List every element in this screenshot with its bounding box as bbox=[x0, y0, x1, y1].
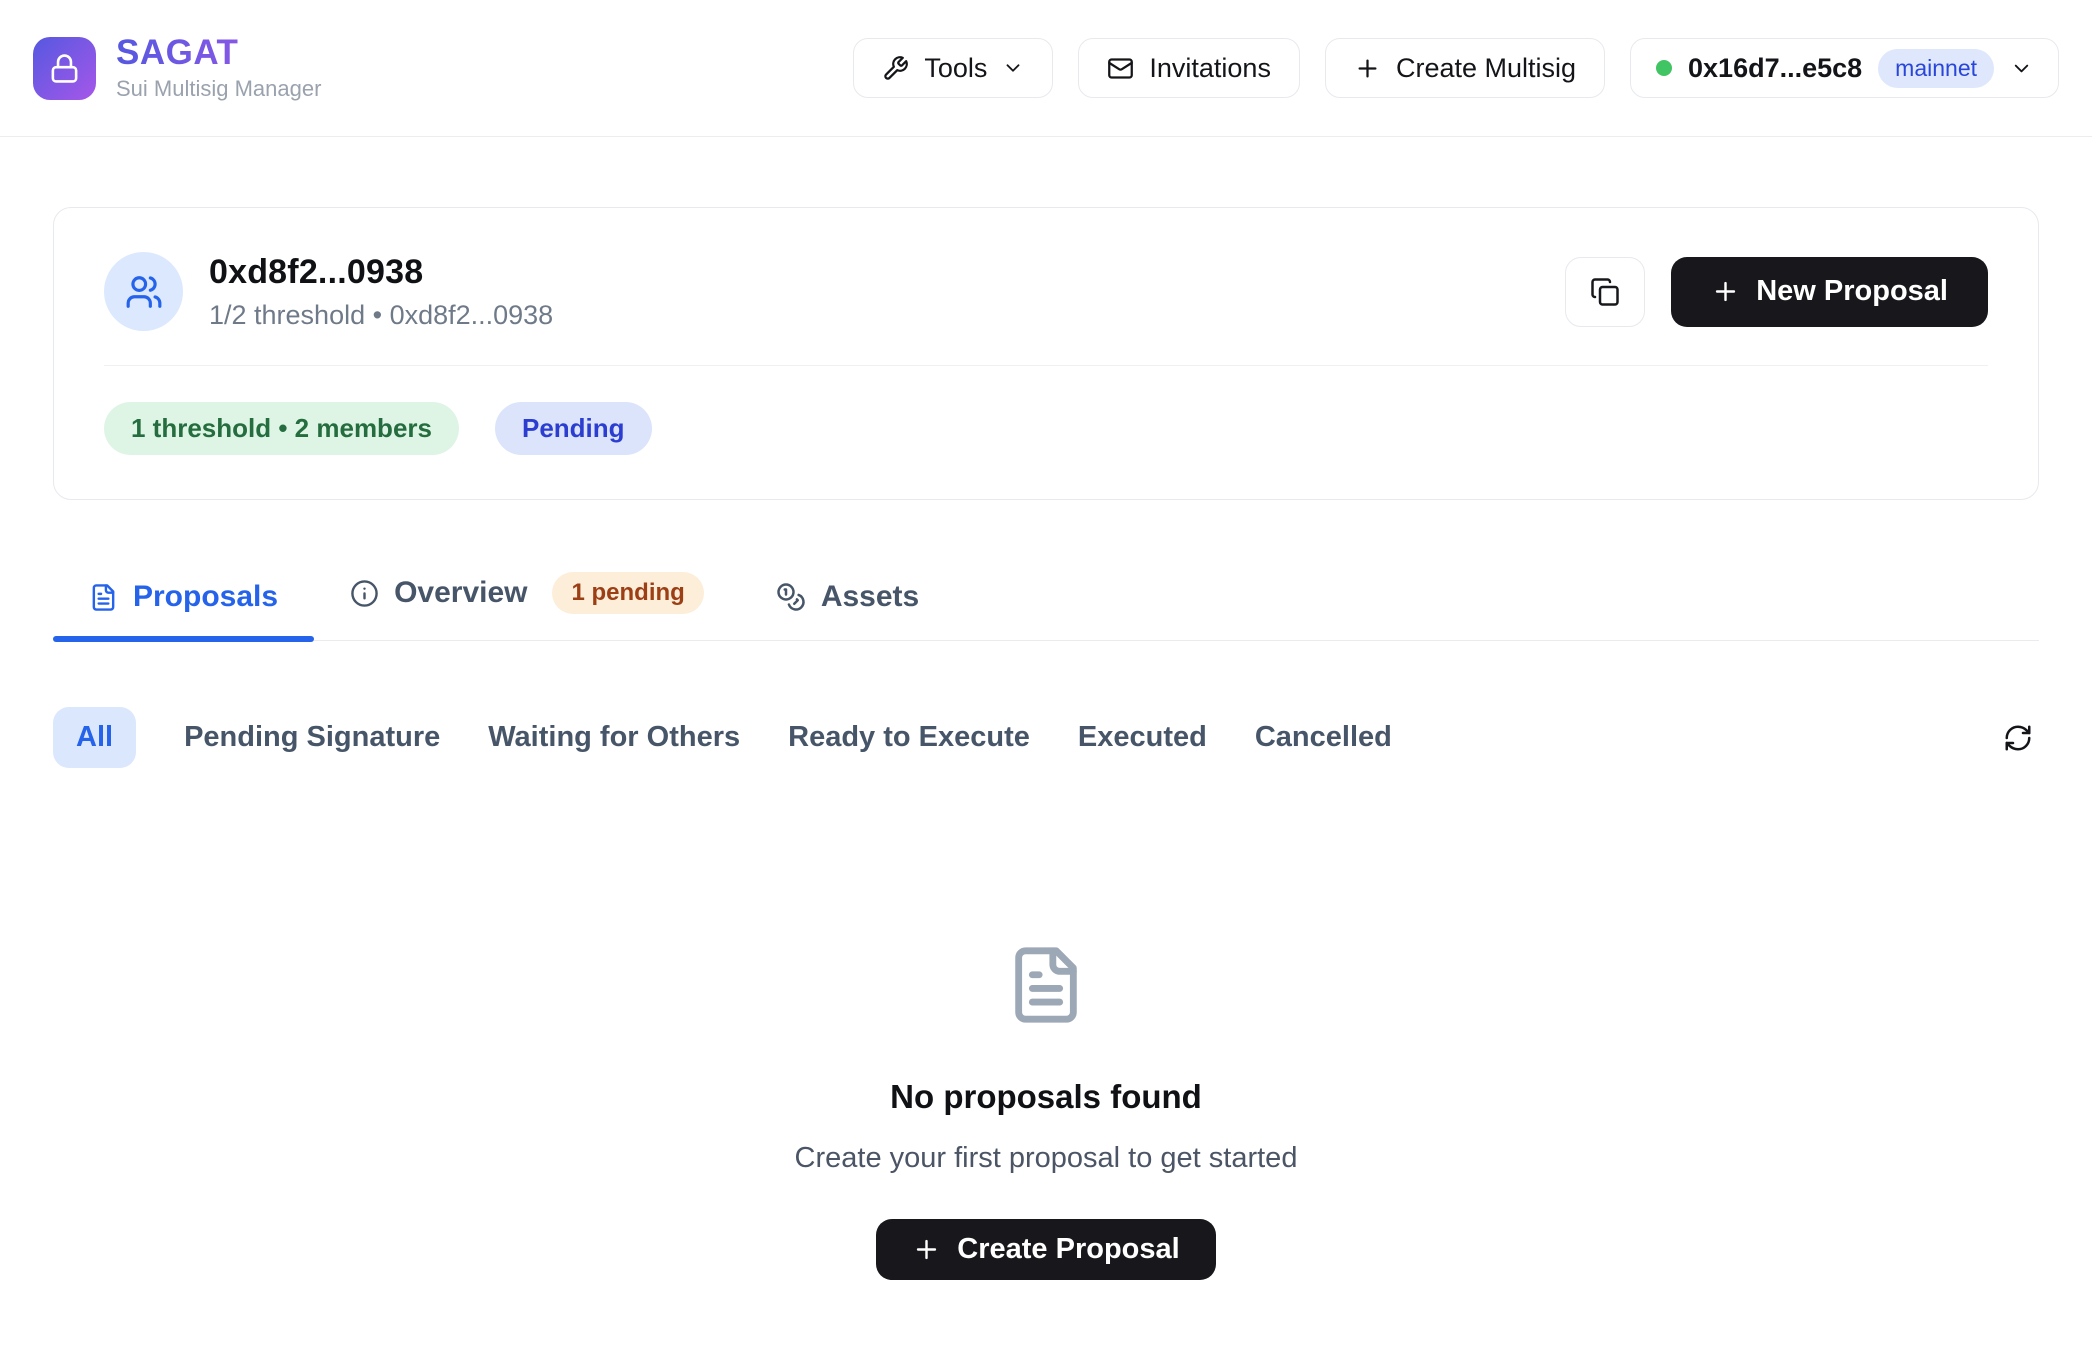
plus-icon bbox=[1711, 277, 1740, 306]
proposal-filters: All Pending Signature Waiting for Others… bbox=[53, 707, 2039, 768]
create-proposal-label: Create Proposal bbox=[957, 1233, 1179, 1266]
refresh-icon bbox=[2003, 723, 2033, 753]
app-title: SAGAT bbox=[116, 34, 321, 73]
users-icon bbox=[125, 273, 163, 311]
brand: SAGAT Sui Multisig Manager bbox=[33, 34, 321, 102]
file-text-icon bbox=[1005, 944, 1087, 1026]
app-subtitle: Sui Multisig Manager bbox=[116, 76, 321, 102]
wallet-selector[interactable]: 0x16d7...e5c8 mainnet bbox=[1630, 38, 2059, 98]
coins-icon bbox=[776, 582, 806, 612]
info-icon bbox=[350, 579, 379, 608]
tab-proposals[interactable]: Proposals bbox=[53, 566, 314, 640]
new-proposal-label: New Proposal bbox=[1756, 275, 1948, 308]
create-proposal-button[interactable]: Create Proposal bbox=[876, 1219, 1215, 1280]
empty-state: No proposals found Create your first pro… bbox=[53, 944, 2039, 1280]
chevron-down-icon bbox=[1002, 57, 1024, 79]
lock-icon bbox=[49, 53, 80, 84]
multisig-title: 0xd8f2...0938 bbox=[209, 253, 553, 292]
create-multisig-button[interactable]: Create Multisig bbox=[1325, 38, 1605, 98]
plus-icon bbox=[912, 1235, 941, 1264]
multisig-avatar bbox=[104, 252, 183, 331]
tab-assets[interactable]: Assets bbox=[740, 566, 955, 640]
multisig-subtitle: 1/2 threshold • 0xd8f2...0938 bbox=[209, 300, 553, 331]
card-divider bbox=[104, 365, 1988, 366]
tools-button[interactable]: Tools bbox=[853, 38, 1053, 98]
create-multisig-label: Create Multisig bbox=[1396, 53, 1576, 84]
new-proposal-button[interactable]: New Proposal bbox=[1671, 257, 1988, 327]
empty-state-subtitle: Create your first proposal to get starte… bbox=[795, 1142, 1298, 1175]
app-logo bbox=[33, 37, 96, 100]
filter-cancelled[interactable]: Cancelled bbox=[1255, 707, 1392, 768]
tab-overview-label: Overview bbox=[394, 576, 527, 610]
app-header: SAGAT Sui Multisig Manager Tools Invitat… bbox=[0, 0, 2092, 137]
refresh-button[interactable] bbox=[1997, 717, 2039, 759]
tab-proposals-label: Proposals bbox=[133, 580, 278, 614]
filter-all[interactable]: All bbox=[53, 707, 136, 768]
pending-count-badge: 1 pending bbox=[552, 572, 703, 614]
main-content: 0xd8f2...0938 1/2 threshold • 0xd8f2...0… bbox=[0, 207, 2092, 1280]
network-badge: mainnet bbox=[1878, 49, 1994, 88]
invitations-button[interactable]: Invitations bbox=[1078, 38, 1300, 98]
header-actions: Tools Invitations Create Multisig 0x16d7… bbox=[853, 38, 2059, 98]
filter-pending-signature[interactable]: Pending Signature bbox=[184, 707, 440, 768]
tools-label: Tools bbox=[924, 53, 987, 84]
connection-status-dot bbox=[1656, 60, 1672, 76]
tab-assets-label: Assets bbox=[821, 580, 919, 614]
wallet-address: 0x16d7...e5c8 bbox=[1688, 53, 1862, 84]
members-badge: 1 threshold • 2 members bbox=[104, 402, 459, 455]
wrench-icon bbox=[882, 55, 909, 82]
invitations-label: Invitations bbox=[1149, 53, 1271, 84]
copy-address-button[interactable] bbox=[1565, 257, 1645, 327]
chevron-down-icon bbox=[2010, 57, 2033, 80]
mail-icon bbox=[1107, 55, 1134, 82]
tab-bar: Proposals Overview 1 pending Assets bbox=[53, 558, 2039, 641]
plus-icon bbox=[1354, 55, 1381, 82]
copy-icon bbox=[1590, 277, 1620, 307]
filter-executed[interactable]: Executed bbox=[1078, 707, 1207, 768]
empty-state-title: No proposals found bbox=[890, 1078, 1202, 1116]
filter-waiting-for-others[interactable]: Waiting for Others bbox=[488, 707, 740, 768]
multisig-card: 0xd8f2...0938 1/2 threshold • 0xd8f2...0… bbox=[53, 207, 2039, 500]
tab-overview[interactable]: Overview 1 pending bbox=[314, 558, 740, 640]
status-badge: Pending bbox=[495, 402, 652, 455]
file-text-icon bbox=[89, 583, 118, 612]
filter-ready-to-execute[interactable]: Ready to Execute bbox=[788, 707, 1030, 768]
